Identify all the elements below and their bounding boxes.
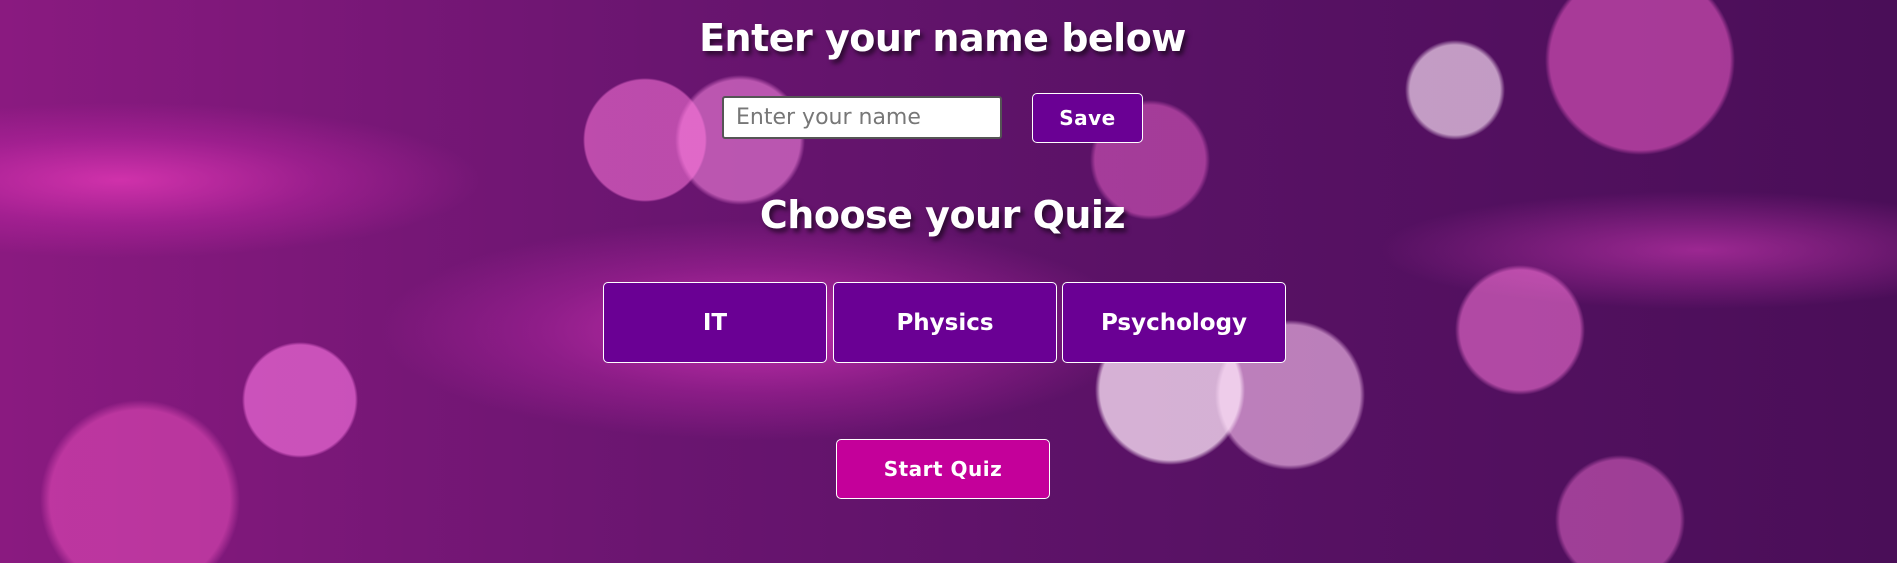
name-heading: Enter your name below — [699, 16, 1186, 60]
quiz-option-psychology[interactable]: Psychology — [1062, 282, 1286, 363]
quiz-option-physics[interactable]: Physics — [833, 282, 1057, 363]
save-button[interactable]: Save — [1032, 93, 1143, 143]
name-input[interactable] — [722, 96, 1002, 139]
quiz-option-it[interactable]: IT — [603, 282, 827, 363]
start-quiz-button[interactable]: Start Quiz — [836, 439, 1050, 499]
choose-quiz-heading: Choose your Quiz — [759, 193, 1126, 237]
